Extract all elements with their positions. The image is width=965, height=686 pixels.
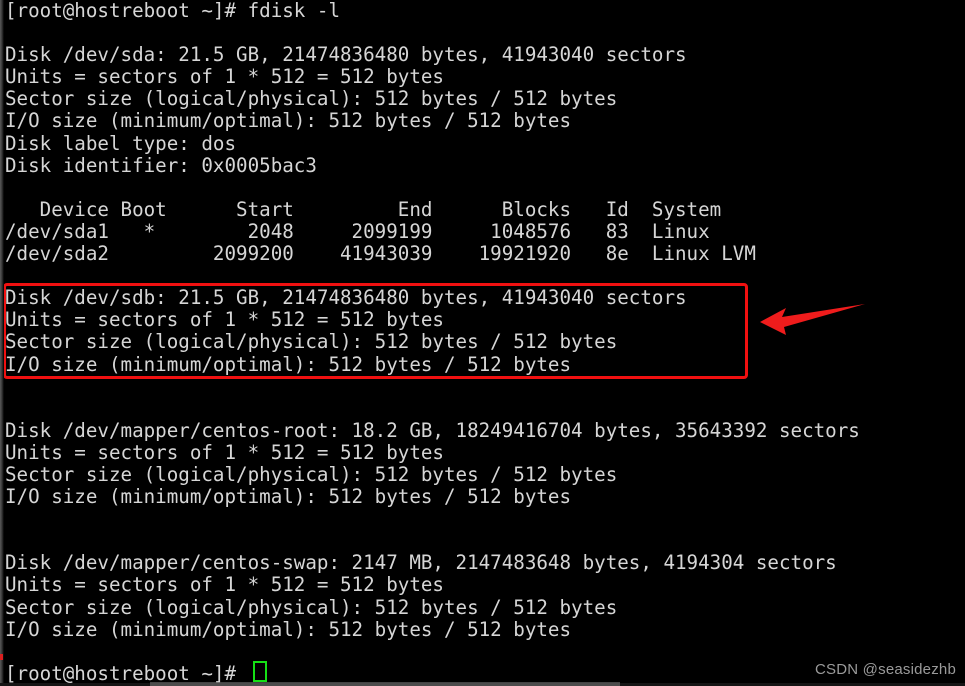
edge-artifact xyxy=(0,654,3,660)
partition-table-header: Device Boot Start End Blocks Id System xyxy=(5,197,722,221)
csdn-watermark: CSDN @seasidezhb xyxy=(815,661,956,678)
terminal-cursor xyxy=(253,661,267,682)
terminal-line: I/O size (minimum/optimal): 512 bytes / … xyxy=(5,352,572,376)
terminal-line: Disk identifier: 0x0005bac3 xyxy=(5,153,317,177)
terminal-line: Units = sectors of 1 * 512 = 512 bytes xyxy=(5,573,444,597)
terminal-line: Disk /dev/sda: 21.5 GB, 21474836480 byte… xyxy=(5,43,687,67)
terminal-line: I/O size (minimum/optimal): 512 bytes / … xyxy=(5,617,572,641)
table-row: /dev/sda2 2099200 41943039 19921920 8e L… xyxy=(5,242,756,266)
terminal-line: Units = sectors of 1 * 512 = 512 bytes xyxy=(5,65,444,89)
scrollbar-track[interactable] xyxy=(150,682,620,686)
terminal-line: I/O size (minimum/optimal): 512 bytes / … xyxy=(5,485,572,509)
terminal-line: I/O size (minimum/optimal): 512 bytes / … xyxy=(5,109,572,133)
terminal-line: Disk label type: dos xyxy=(5,131,237,155)
terminal-line: Disk /dev/mapper/centos-swap: 2147 MB, 2… xyxy=(5,551,837,575)
terminal-line: Units = sectors of 1 * 512 = 512 bytes xyxy=(5,440,444,464)
terminal-line: Sector size (logical/physical): 512 byte… xyxy=(5,462,618,486)
annotation-arrow-icon xyxy=(760,304,865,335)
terminal-line: Disk /dev/mapper/centos-root: 18.2 GB, 1… xyxy=(5,418,860,442)
terminal-line: Sector size (logical/physical): 512 byte… xyxy=(5,87,618,111)
terminal-output: [root@hostreboot ~]# fdisk -l Disk /dev/… xyxy=(5,0,963,685)
window-left-edge xyxy=(0,0,4,686)
table-row: /dev/sda1 * 2048 2099199 1048576 83 Linu… xyxy=(5,219,710,243)
terminal-line: Sector size (logical/physical): 512 byte… xyxy=(5,595,618,619)
terminal-window[interactable]: [root@hostreboot ~]# fdisk -l Disk /dev/… xyxy=(0,0,965,686)
terminal-line: [root@hostreboot ~]# fdisk -l xyxy=(5,0,341,22)
